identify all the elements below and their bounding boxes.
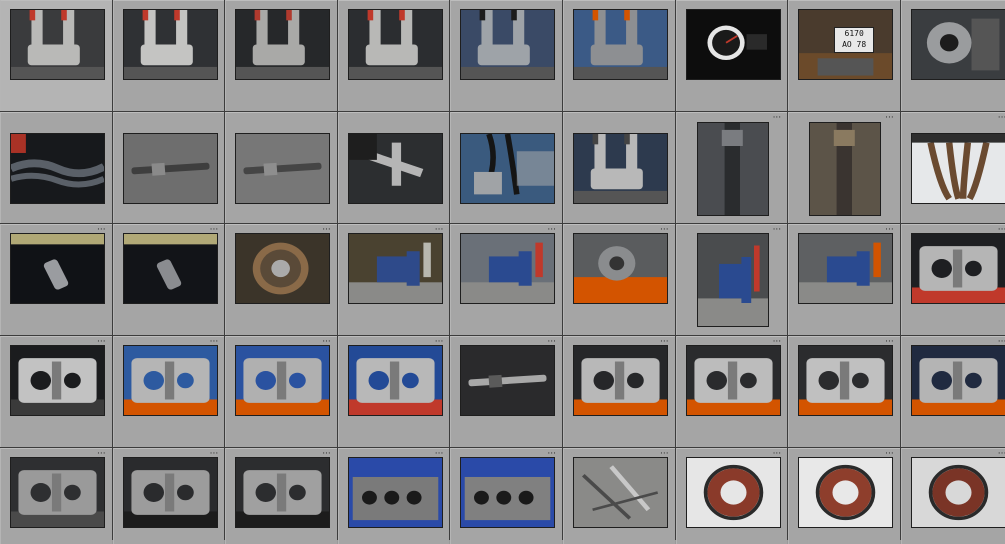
grid-cell[interactable] — [337, 0, 450, 111]
grid-cell[interactable]: ··· — [225, 224, 337, 335]
photo-grid: 6170 AO 78 ··· ··· ·· ··· ··· ··· ··· ··· ··· ··· ··… — [0, 0, 1005, 544]
photo-thumbnail[interactable] — [910, 9, 1005, 80]
photo-thumbnail[interactable] — [460, 457, 556, 528]
photo-thumbnail[interactable] — [798, 457, 894, 528]
grid-cell[interactable]: ··· — [788, 112, 900, 223]
photo-thumbnail[interactable] — [572, 345, 668, 416]
grid-cell[interactable] — [450, 0, 562, 111]
photo-thumbnail[interactable] — [10, 345, 105, 416]
grid-cell[interactable]: ··· — [112, 224, 225, 335]
photo-thumbnail[interactable] — [235, 457, 331, 528]
badge-menu-icon[interactable]: ··· — [773, 114, 782, 123]
photo-thumbnail[interactable] — [696, 233, 769, 327]
grid-cell[interactable] — [0, 0, 112, 111]
grid-cell[interactable] — [0, 112, 112, 223]
photo-thumbnail[interactable] — [347, 233, 443, 304]
grid-cell[interactable]: ··· — [225, 448, 337, 544]
grid-cell[interactable]: ··· — [450, 448, 562, 544]
grid-cell[interactable]: ··· — [337, 336, 450, 447]
photo-thumbnail[interactable] — [347, 133, 443, 204]
photo-thumbnail[interactable] — [572, 9, 668, 80]
plate-line-2: AO 78 — [842, 40, 867, 49]
grid-cell[interactable]: ··· — [675, 112, 788, 223]
photo-thumbnail[interactable] — [696, 122, 769, 216]
photo-thumbnail[interactable] — [10, 133, 105, 204]
photo-thumbnail[interactable] — [809, 122, 882, 216]
photo-thumbnail[interactable] — [798, 233, 894, 304]
photo-thumbnail[interactable] — [910, 133, 1005, 204]
grid-cell[interactable]: ··· — [0, 336, 112, 447]
photo-thumbnail[interactable] — [347, 345, 443, 416]
grid-cell[interactable] — [900, 0, 1005, 111]
grid-cell[interactable] — [112, 112, 225, 223]
grid-cell[interactable]: ··· — [788, 336, 900, 447]
license-plate-text: 6170 AO 78 — [834, 27, 875, 53]
grid-cell[interactable]: ··· — [337, 224, 450, 335]
photo-thumbnail[interactable] — [572, 233, 668, 304]
photo-thumbnail[interactable] — [685, 9, 781, 80]
photo-thumbnail[interactable] — [572, 457, 668, 528]
grid-cell[interactable]: ··· — [0, 448, 112, 544]
photo-thumbnail[interactable] — [460, 233, 556, 304]
photo-thumbnail[interactable] — [235, 233, 331, 304]
photo-thumbnail[interactable] — [10, 9, 105, 80]
grid-cell[interactable]: 6170 AO 78 — [788, 0, 900, 111]
photo-thumbnail[interactable] — [685, 345, 781, 416]
photo-thumbnail[interactable] — [347, 457, 443, 528]
photo-thumbnail[interactable] — [122, 133, 218, 204]
grid-cell[interactable] — [675, 0, 788, 111]
grid-cell[interactable] — [337, 112, 450, 223]
photo-thumbnail[interactable]: 6170 AO 78 — [798, 9, 894, 80]
grid-cell[interactable] — [562, 112, 675, 223]
photo-thumbnail[interactable] — [460, 345, 556, 416]
grid-cell[interactable] — [562, 0, 675, 111]
grid-cell[interactable]: ··· — [562, 336, 675, 447]
photo-thumbnail[interactable] — [910, 233, 1005, 304]
grid-cell[interactable]: ··· — [337, 448, 450, 544]
photo-thumbnail[interactable] — [122, 9, 218, 80]
grid-cell[interactable]: ··· — [900, 336, 1005, 447]
grid-cell[interactable]: ··· — [675, 336, 788, 447]
grid-cell[interactable]: ··· — [450, 224, 562, 335]
grid-cell[interactable]: ··· — [112, 448, 225, 544]
grid-cell[interactable]: ··· — [562, 448, 675, 544]
grid-cell[interactable]: ··· — [225, 336, 337, 447]
grid-cell[interactable]: ··· — [112, 336, 225, 447]
photo-thumbnail[interactable] — [10, 233, 105, 304]
photo-thumbnail[interactable] — [235, 345, 331, 416]
badge-menu-icon[interactable]: ··· — [773, 226, 782, 235]
photo-thumbnail[interactable] — [10, 457, 105, 528]
grid-cell[interactable]: ··· — [900, 224, 1005, 335]
grid-cell[interactable] — [112, 0, 225, 111]
badge-menu-icon[interactable]: ··· — [998, 114, 1005, 123]
grid-cell[interactable] — [450, 112, 562, 223]
plate-line-1: 6170 — [844, 29, 864, 38]
photo-thumbnail[interactable] — [122, 345, 218, 416]
grid-cell[interactable]: ··· — [562, 224, 675, 335]
photo-thumbnail[interactable] — [122, 457, 218, 528]
grid-cell[interactable] — [225, 112, 337, 223]
photo-thumbnail[interactable] — [460, 9, 556, 80]
photo-thumbnail[interactable] — [347, 9, 443, 80]
photo-thumbnail[interactable] — [572, 133, 668, 204]
photo-thumbnail[interactable] — [798, 345, 894, 416]
grid-cell[interactable]: ··· — [788, 448, 900, 544]
photo-thumbnail[interactable] — [910, 345, 1005, 416]
grid-cell[interactable]: ··· — [675, 448, 788, 544]
photo-thumbnail[interactable] — [235, 133, 331, 204]
photo-thumbnail[interactable] — [685, 457, 781, 528]
grid-cell[interactable] — [225, 0, 337, 111]
photo-thumbnail[interactable] — [460, 133, 556, 204]
grid-cell[interactable]: ··· — [675, 224, 788, 335]
badge-menu-icon[interactable]: ··· — [885, 114, 894, 123]
grid-cell[interactable]: ··· — [900, 448, 1005, 544]
photo-thumbnail[interactable] — [235, 9, 331, 80]
photo-thumbnail[interactable] — [122, 233, 218, 304]
grid-cell[interactable]: ··· — [0, 224, 112, 335]
grid-cell[interactable]: ··· — [900, 112, 1005, 223]
photo-thumbnail[interactable] — [910, 457, 1005, 528]
grid-cell[interactable]: ··· — [788, 224, 900, 335]
grid-cell[interactable]: ··· — [450, 336, 562, 447]
